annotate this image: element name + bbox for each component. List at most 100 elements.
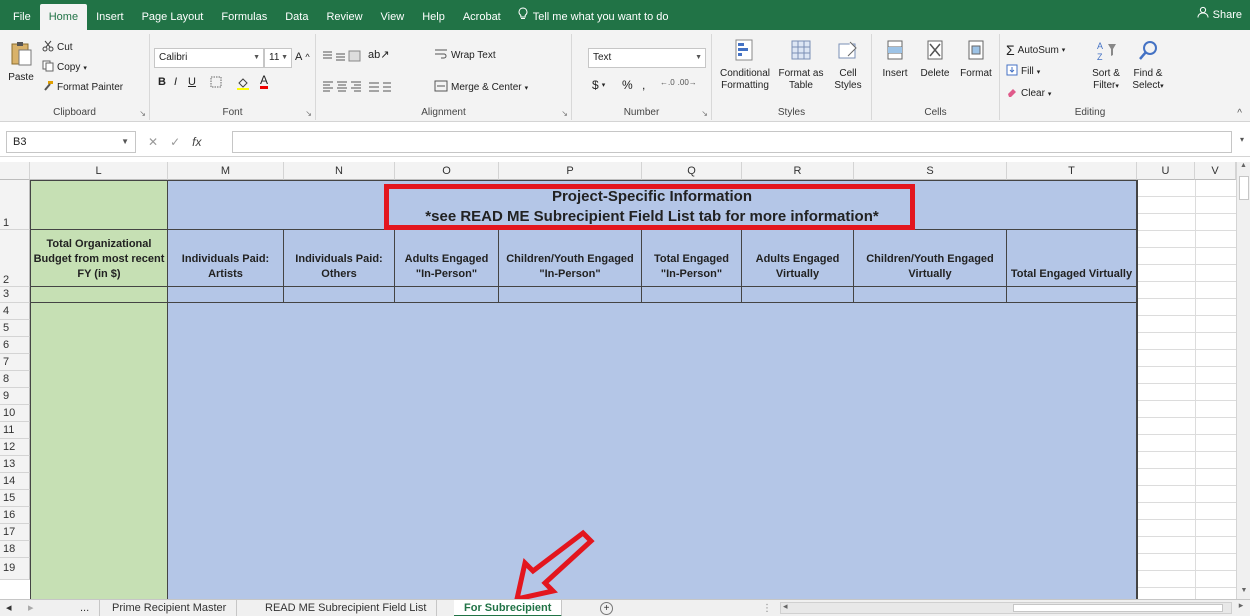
tab-page-layout[interactable]: Page Layout [133, 4, 213, 30]
header-cell-m[interactable]: Individuals Paid: Artists [168, 230, 284, 287]
comma-button[interactable]: , [642, 78, 645, 92]
row-header-1[interactable]: 1 [0, 180, 30, 230]
add-sheet-button[interactable]: + [590, 600, 623, 616]
tab-acrobat[interactable]: Acrobat [454, 4, 510, 30]
cut-button[interactable]: Cut [42, 40, 73, 55]
row-header-10[interactable]: 10 [0, 405, 30, 422]
dialog-launcher-icon[interactable]: ↘ [139, 109, 146, 118]
row-header-8[interactable]: 8 [0, 371, 30, 388]
column-header-n[interactable]: N [284, 162, 395, 180]
tab-help[interactable]: Help [413, 4, 454, 30]
horizontal-scroll-divider[interactable]: ⋮ [762, 603, 772, 614]
insert-cells-button[interactable]: Insert [876, 38, 914, 80]
sort-filter-button[interactable]: AZ Sort & Filter▾ [1086, 38, 1126, 93]
sheet-tab-for-subrecipient[interactable]: For Subrecipient [454, 600, 563, 616]
column-header-s[interactable]: S [854, 162, 1007, 180]
header-cell-n[interactable]: Individuals Paid: Others [284, 230, 395, 287]
dialog-launcher-icon[interactable]: ↘ [305, 109, 312, 118]
align-left-icon[interactable] [322, 80, 392, 92]
insert-function-button[interactable]: fx [192, 131, 201, 153]
column-header-v[interactable]: V [1195, 162, 1236, 180]
format-cells-button[interactable]: Format [956, 38, 996, 80]
tab-review[interactable]: Review [317, 4, 371, 30]
currency-button[interactable]: $ ▾ [592, 78, 605, 92]
row-header-16[interactable]: 16 [0, 507, 30, 524]
collapse-ribbon-icon[interactable]: ^ [1237, 108, 1242, 119]
cell-n3[interactable] [284, 287, 395, 303]
enter-icon[interactable]: ✓ [170, 131, 180, 153]
font-color-button[interactable]: A [260, 74, 269, 89]
format-painter-button[interactable]: Format Painter [42, 80, 123, 95]
tab-formulas[interactable]: Formulas [212, 4, 276, 30]
number-format-select[interactable]: Text ▼ [588, 48, 706, 68]
header-cell-p[interactable]: Children/Youth Engaged "In-Person" [499, 230, 642, 287]
scroll-thumb[interactable] [1239, 176, 1249, 200]
column-header-r[interactable]: R [742, 162, 854, 180]
cell-r3[interactable] [742, 287, 854, 303]
row-header-2[interactable]: 2 [0, 230, 30, 287]
orientation-button[interactable]: ab↗ [368, 48, 389, 61]
more-sheets-button[interactable]: ... [70, 600, 101, 616]
row-header-14[interactable]: 14 [0, 473, 30, 490]
header-cell-t[interactable]: Total Engaged Virtually [1007, 230, 1137, 287]
header-cell-r[interactable]: Adults Engaged Virtually [742, 230, 854, 287]
row-header-7[interactable]: 7 [0, 354, 30, 371]
row-header-6[interactable]: 6 [0, 337, 30, 354]
project-data-area[interactable] [168, 303, 1137, 600]
cancel-icon[interactable]: ✕ [148, 131, 158, 153]
wrap-text-button[interactable]: Wrap Text [434, 48, 496, 63]
horizontal-scrollbar[interactable]: ◂ [780, 601, 1232, 614]
find-select-button[interactable]: Find & Select▾ [1128, 38, 1168, 93]
clear-button[interactable]: Clear ▾ [1006, 86, 1051, 101]
row-header-9[interactable]: 9 [0, 388, 30, 405]
align-top-icon[interactable] [322, 50, 362, 62]
expand-formula-bar-icon[interactable]: ▾ [1240, 135, 1244, 144]
scroll-tabs-left-icon[interactable]: ◂ [0, 600, 22, 616]
decimal-buttons[interactable]: ←.0 .00→ [660, 78, 697, 87]
bold-button[interactable]: B [158, 76, 166, 88]
paste-button[interactable]: Paste [4, 40, 38, 84]
cell-styles-button[interactable]: Cell Styles [828, 38, 868, 92]
dialog-launcher-icon[interactable]: ↘ [701, 109, 708, 118]
share-button[interactable]: Share [1197, 4, 1242, 26]
row-header-18[interactable]: 18 [0, 541, 30, 558]
vertical-scrollbar[interactable]: ▲ ▼ [1236, 162, 1250, 599]
dialog-launcher-icon[interactable]: ↘ [561, 109, 568, 118]
italic-button[interactable]: I [174, 76, 177, 88]
row-header-12[interactable]: 12 [0, 439, 30, 456]
sheet-tab-prime-recipient[interactable]: Prime Recipient Master [102, 600, 238, 616]
font-size-select[interactable]: 11 ▼ [264, 48, 292, 68]
scroll-up-icon[interactable]: ▲ [1237, 162, 1250, 174]
tell-me-search[interactable]: Tell me what you want to do [510, 4, 677, 30]
row-header-4[interactable]: 4 [0, 303, 30, 320]
percent-button[interactable]: % [622, 78, 633, 92]
cell-o3[interactable] [395, 287, 499, 303]
delete-cells-button[interactable]: Delete [916, 38, 954, 80]
format-as-table-button[interactable]: Format as Table [778, 38, 824, 92]
merge-center-button[interactable]: Merge & Center ▾ [434, 80, 528, 95]
grow-font-button[interactable]: A ^ [295, 51, 310, 63]
scroll-tabs-right-icon[interactable]: ▸ [22, 600, 44, 616]
scroll-down-icon[interactable]: ▼ [1237, 587, 1250, 599]
formula-input[interactable] [232, 131, 1232, 153]
fill-color-button[interactable] [236, 76, 250, 93]
scroll-left-icon[interactable]: ◂ [783, 601, 788, 612]
cell-t3[interactable] [1007, 287, 1137, 303]
cell-s3[interactable] [854, 287, 1007, 303]
row-header-13[interactable]: 13 [0, 456, 30, 473]
autosum-button[interactable]: Σ AutoSum ▾ [1006, 42, 1065, 58]
row-header-15[interactable]: 15 [0, 490, 30, 507]
cell-q3[interactable] [642, 287, 742, 303]
header-cell-s[interactable]: Children/Youth Engaged Virtually [854, 230, 1007, 287]
header-cell-q[interactable]: Total Engaged "In-Person" [642, 230, 742, 287]
column-header-l[interactable]: L [30, 162, 168, 180]
column-header-m[interactable]: M [168, 162, 284, 180]
tab-file[interactable]: File [4, 4, 40, 30]
row-header-5[interactable]: 5 [0, 320, 30, 337]
header-cell-o[interactable]: Adults Engaged "In-Person" [395, 230, 499, 287]
tab-home[interactable]: Home [39, 4, 88, 30]
select-all-corner[interactable] [0, 162, 30, 180]
fill-button[interactable]: Fill ▾ [1006, 64, 1040, 79]
sheet-tab-readme[interactable]: READ ME Subrecipient Field List [255, 600, 438, 616]
column-header-u[interactable]: U [1137, 162, 1195, 180]
